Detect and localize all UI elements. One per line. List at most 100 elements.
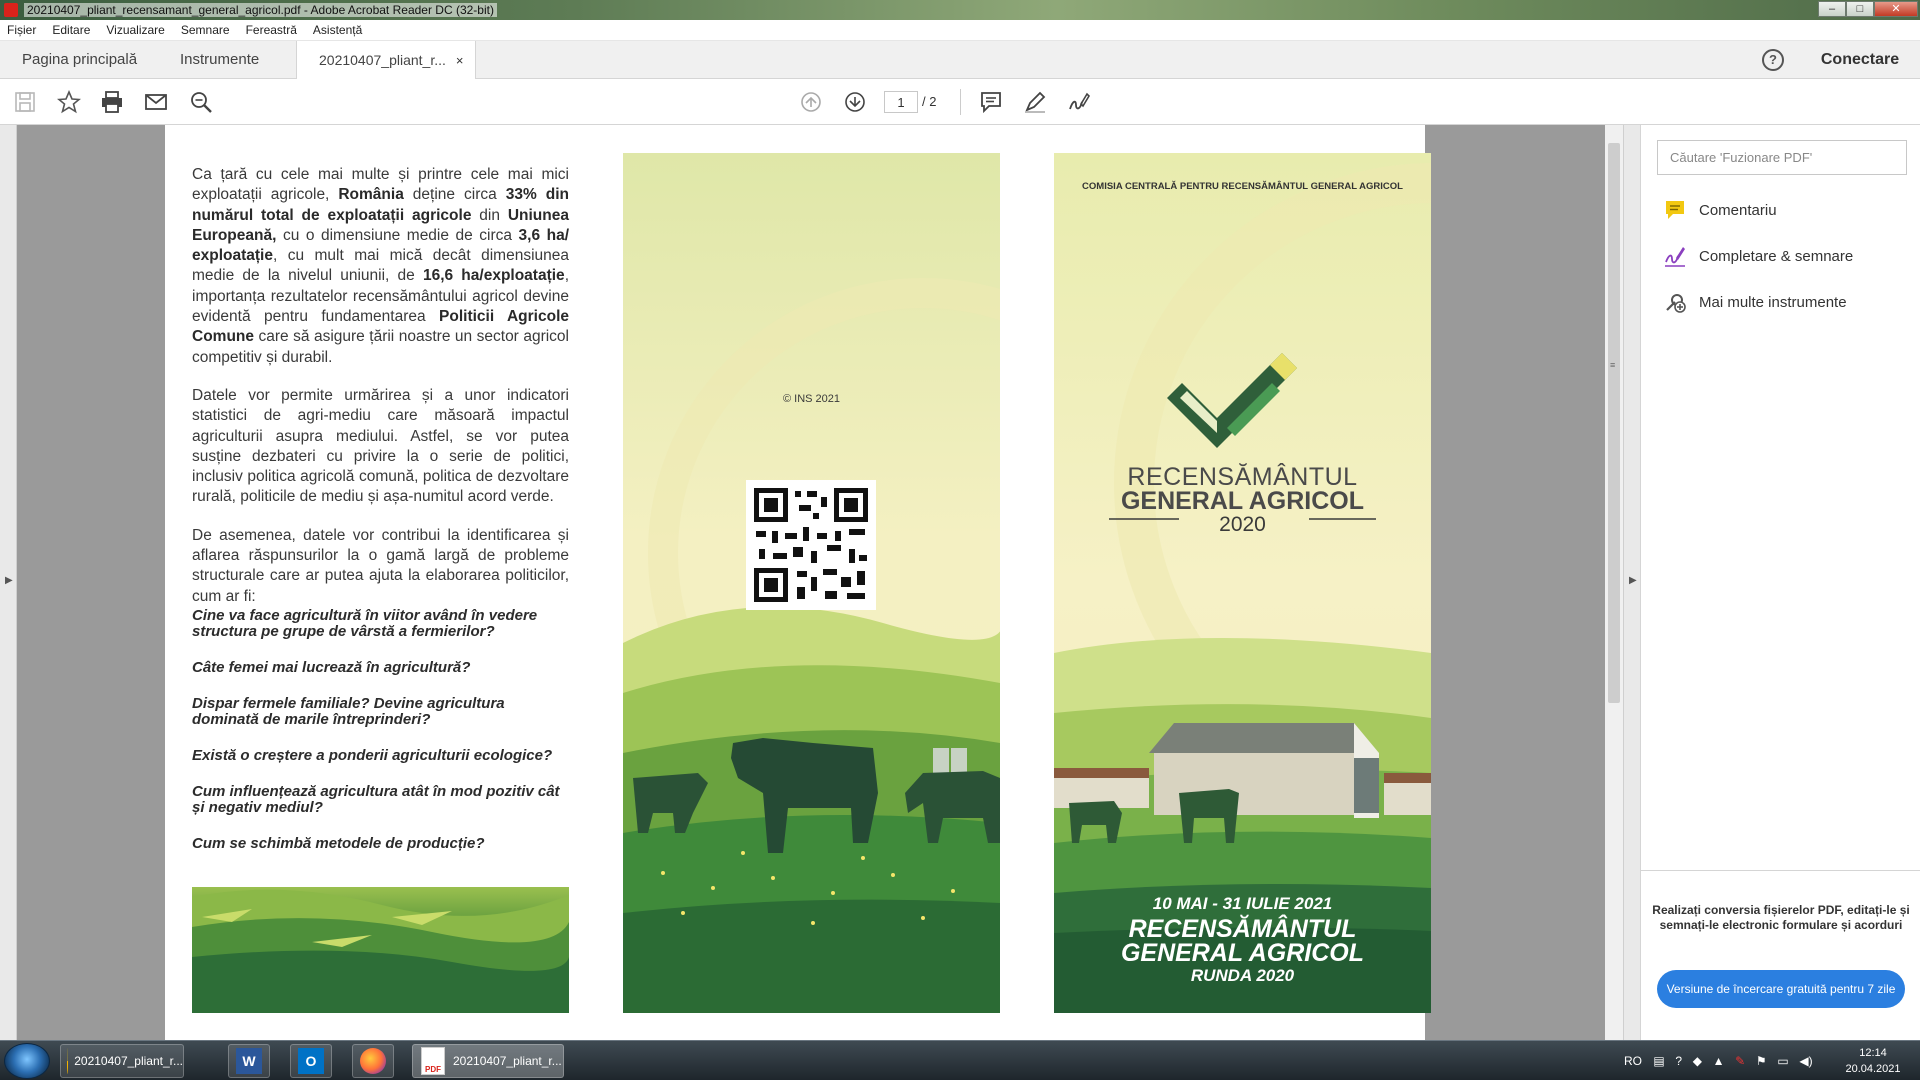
pdf-page: Ca țară cu cele mai multe și printre cel… xyxy=(165,125,1431,1040)
farm-landscape-illustration xyxy=(623,153,1000,1013)
comment-icon[interactable] xyxy=(977,88,1005,116)
toolbar-divider xyxy=(960,89,961,115)
toolbar: 1 / 2 xyxy=(0,79,1920,125)
expand-left-icon: ▶ xyxy=(5,575,13,586)
emphasis-text: România xyxy=(338,186,404,204)
save-icon[interactable] xyxy=(11,88,39,116)
tab-document-label: 20210407_pliant_r... xyxy=(319,52,446,68)
firefox-icon xyxy=(360,1048,386,1074)
bookmark-star-icon[interactable] xyxy=(55,88,83,116)
help-tray-icon[interactable]: ? xyxy=(1675,1054,1682,1068)
system-tray: ▤ ? ◆ ▲ ✎ ⚑ ▭ ◀) xyxy=(1648,1041,1818,1080)
show-hidden-icons[interactable]: ▲ xyxy=(1713,1054,1725,1068)
sign-in-button[interactable]: Conectare xyxy=(1800,41,1920,79)
copyright-note: © INS 2021 xyxy=(782,393,841,405)
acrobat-app-icon xyxy=(4,3,18,17)
page-down-icon[interactable] xyxy=(841,88,869,116)
word-icon: W xyxy=(236,1048,262,1074)
menu-file[interactable]: Fișier xyxy=(7,23,36,37)
windows-taskbar: 20210407_pliant_r... W O PDF 20210407_pl… xyxy=(0,1040,1920,1080)
close-tab-icon[interactable]: × xyxy=(456,53,464,68)
banner-round: RUNDA 2020 xyxy=(1190,966,1295,985)
tool-comment-label: Comentariu xyxy=(1699,201,1777,219)
tools-search-input[interactable]: Căutare 'Fuzionare PDF' xyxy=(1657,140,1907,175)
maximize-button[interactable]: □ xyxy=(1846,1,1874,17)
tab-home[interactable]: Pagina principală xyxy=(0,41,159,79)
clock-date: 20.04.2021 xyxy=(1845,1063,1901,1075)
system-clock[interactable]: 12:14 20.04.2021 xyxy=(1830,1045,1916,1077)
body-text: cu o dimensiune medie de circa xyxy=(276,226,519,244)
taskbar-firefox[interactable] xyxy=(352,1044,394,1078)
start-button-icon[interactable] xyxy=(4,1043,50,1079)
menu-edit[interactable]: Editare xyxy=(52,23,90,37)
sign-icon[interactable] xyxy=(1065,88,1093,116)
help-icon[interactable]: ? xyxy=(1762,49,1784,71)
taskbar-outlook[interactable]: O xyxy=(290,1044,332,1078)
keyboard-tray-icon[interactable]: ▤ xyxy=(1653,1054,1664,1068)
highlight-pen-icon[interactable] xyxy=(1021,88,1049,116)
clock-time: 12:14 xyxy=(1859,1047,1887,1059)
language-indicator[interactable]: RO xyxy=(1624,1041,1642,1080)
cover-panel: COMISIA CENTRALĂ PENTRU RECENSĂMÂNTUL GE… xyxy=(1054,153,1431,1013)
left-panel-toggle[interactable]: ▶ xyxy=(0,125,17,1040)
print-icon[interactable] xyxy=(98,88,126,116)
tool-more-tools[interactable]: Mai multe instrumente xyxy=(1663,289,1847,315)
paragraph-indicators: Datele vor permite urmărirea și a unor i… xyxy=(192,386,569,506)
tab-tools[interactable]: Instrumente xyxy=(158,41,281,79)
question-item: Dispar fermele familiale? Devine agricul… xyxy=(192,695,505,728)
question-item: Cum influențează agricultura atât în mod… xyxy=(192,783,560,816)
body-text: din xyxy=(471,206,508,224)
page-up-icon[interactable] xyxy=(797,88,825,116)
emphasis-text: 16,6 ha/exploatație xyxy=(422,267,565,285)
taskbar-chrome[interactable]: 20210407_pliant_r... xyxy=(60,1044,184,1078)
zoom-search-icon[interactable] xyxy=(187,88,215,116)
question-item: Există o creștere a ponderii agriculturi… xyxy=(192,747,553,764)
title-bar: 20210407_pliant_recensamant_general_agri… xyxy=(0,0,1920,20)
right-panel-toggle[interactable]: ▶ xyxy=(1623,125,1640,1040)
tool-comment[interactable]: Comentariu xyxy=(1663,197,1777,223)
menu-view[interactable]: Vizualizare xyxy=(106,23,164,37)
document-viewport[interactable]: ▶ Ca țară cu cele mai multe și printre c… xyxy=(0,125,1640,1040)
page-number-input[interactable]: 1 xyxy=(884,91,918,113)
comment-tool-icon xyxy=(1663,198,1687,222)
tool-fill-sign-label: Completare & semnare xyxy=(1699,247,1854,265)
menu-window[interactable]: Fereastră xyxy=(246,23,297,37)
email-icon[interactable] xyxy=(142,88,170,116)
menu-bar: Fișier Editare Vizualizare Semnare Ferea… xyxy=(0,20,1920,41)
minimize-button[interactable]: – xyxy=(1818,1,1846,17)
scrollbar-thumb[interactable] xyxy=(1608,143,1620,703)
commission-name: COMISIA CENTRALĂ PENTRU RECENSĂMÂNTUL GE… xyxy=(1082,181,1403,192)
free-trial-button[interactable]: Versiune de încercare gratuită pentru 7 … xyxy=(1657,970,1905,1008)
logo-year: 2020 xyxy=(1219,513,1266,536)
fill-sign-tool-icon xyxy=(1663,244,1687,268)
tab-document[interactable]: 20210407_pliant_r... × xyxy=(296,41,476,80)
window-title: 20210407_pliant_recensamant_general_agri… xyxy=(24,3,497,17)
promo-box: Realizați conversia fișierelor PDF, edit… xyxy=(1641,870,1920,1040)
action-center-flag-icon[interactable]: ⚑ xyxy=(1756,1054,1767,1068)
menu-help[interactable]: Asistență xyxy=(313,23,362,37)
paragraph-structural: De asemenea, datele vor contribui la ide… xyxy=(192,526,569,605)
taskbar-chrome-label: 20210407_pliant_r... xyxy=(74,1054,183,1068)
tab-bar: Pagina principală Instrumente 20210407_p… xyxy=(0,41,1920,80)
close-window-button[interactable]: ✕ xyxy=(1874,1,1918,17)
network-tray-icon[interactable]: ◆ xyxy=(1693,1054,1702,1068)
outlook-icon: O xyxy=(298,1048,324,1074)
logo-title-line2: GENERAL AGRICOL xyxy=(1120,487,1365,515)
tool-fill-sign[interactable]: Completare & semnare xyxy=(1663,243,1853,269)
middle-panel: © INS 2021 xyxy=(623,153,1000,1013)
volume-tray-icon[interactable]: ◀) xyxy=(1799,1054,1812,1068)
monitor-tray-icon[interactable]: ▭ xyxy=(1777,1054,1788,1068)
questions-list: Cine va face agricultură în viitor având… xyxy=(192,608,569,872)
vertical-scrollbar[interactable]: ≡ xyxy=(1605,125,1623,1040)
banner-title-line1: RECENSĂMÂNTUL xyxy=(1128,915,1357,943)
menu-sign[interactable]: Semnare xyxy=(181,23,230,37)
cover-illustration xyxy=(1054,153,1431,1013)
page-total: / 2 xyxy=(922,94,937,109)
acrobat-tray-icon[interactable]: ✎ xyxy=(1735,1054,1745,1068)
collapse-right-icon: ▶ xyxy=(1629,575,1637,586)
taskbar-word[interactable]: W xyxy=(228,1044,270,1078)
tools-pane: Căutare 'Fuzionare PDF' Comentariu Compl… xyxy=(1640,125,1920,1040)
taskbar-acrobat[interactable]: PDF 20210407_pliant_r... xyxy=(412,1044,564,1078)
chrome-icon xyxy=(67,1048,69,1074)
taskbar-acrobat-label: 20210407_pliant_r... xyxy=(453,1054,562,1068)
